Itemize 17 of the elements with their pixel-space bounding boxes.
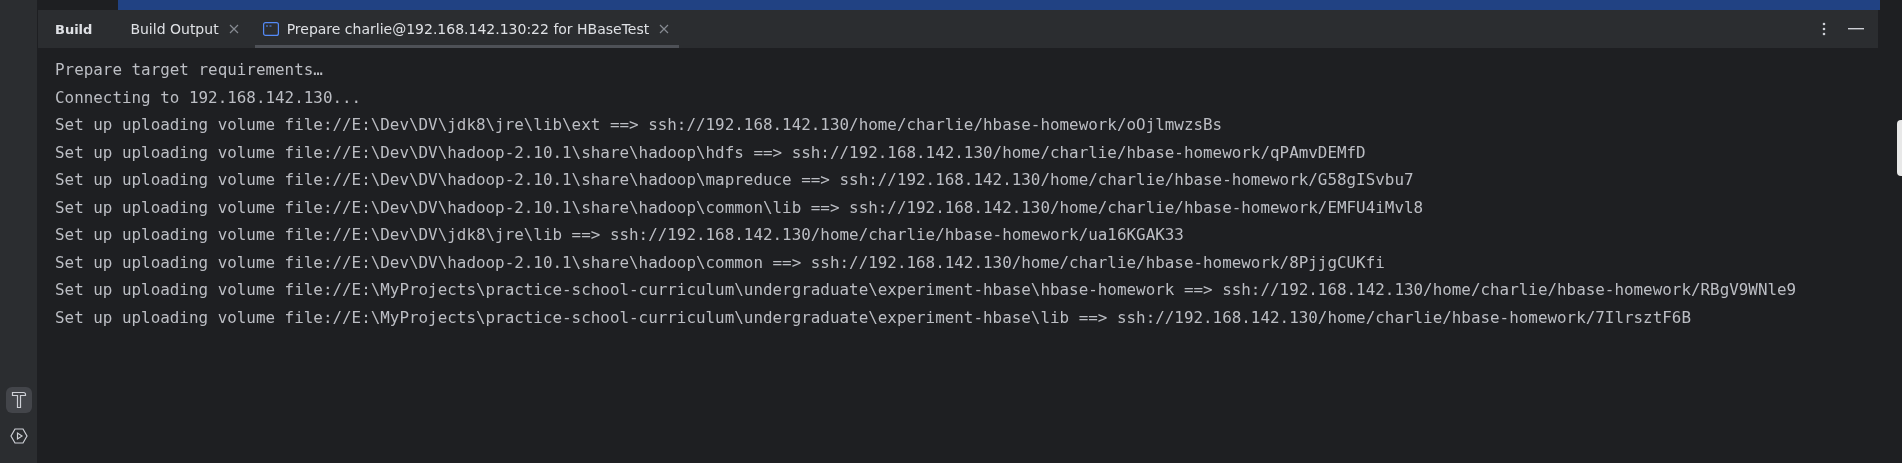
tab[interactable]: Build Output	[122, 10, 249, 48]
console-line: Connecting to 192.168.142.130...	[55, 86, 363, 109]
console-line: Set up uploading volume file://E:\Dev\DV\jdk8\jre\lib ==> ssh://192.168.142.130/home/charlie/hbase-homework/ua16KGAK33	[55, 224, 1185, 246]
run-icon	[9, 428, 28, 444]
console-line: Set up uploading volume file://E:\Dev\DV\hadoop-2.10.1\share\hadoop\mapreduce ==> ssh://192.168.142.130/home/charlie/hbase-homework/G58gISvbu7	[55, 169, 1415, 191]
console-line: Set up uploading volume file://E:\MyProjects\practice-school-curriculum\undergraduate\experiment-hbase\hbase-homework ==> ssh://192.168.142.130/home/charlie/hbase-homework/RBgV9WNle9	[55, 279, 1798, 301]
console-line: Set up uploading volume file://E:\MyProjects\practice-school-curriculum\undergraduate\experiment-hbase\lib ==> ssh://192.168.142.130/home/charlie/hbase-homework/7IlrsztF6B	[55, 306, 1692, 329]
console-line: Set up uploading volume file://E:\Dev\DV\hadoop-2.10.1\share\hadoop\common ==> ssh://192.168.142.130/home/charlie/hbase-homework/8PjjgCUKfi	[55, 251, 1386, 274]
console-line: Set up uploading volume file://E:\Dev\DV\jdk8\jre\lib\ext ==> ssh://192.168.142.130/home/charlie/hbase-homework/oOjlmwzsBs	[55, 114, 1224, 136]
build-button[interactable]	[5, 387, 32, 413]
console-line: Set up uploading volume file://E:\Dev\DV\hadoop-2.10.1\share\hadoop\hdfs ==> ssh://192.168.142.130/home/charlie/hbase-homework/qPAmvDEMfD	[55, 141, 1367, 164]
tab-label: Build Output	[130, 21, 219, 37]
hammer-icon	[10, 391, 27, 409]
console-line: Set up uploading volume file://E:\Dev\DV\hadoop-2.10.1\share\hadoop\common\lib ==> ssh://192.168.142.130/home/charlie/hbase-homework/EMFU4iMvl8	[55, 196, 1425, 219]
panel-title: Build	[55, 21, 93, 37]
console-line: Prepare target requirements…	[55, 59, 324, 81]
tab-label: Prepare charlie@192.168.142.130:22 for HBaseTest	[286, 21, 650, 37]
